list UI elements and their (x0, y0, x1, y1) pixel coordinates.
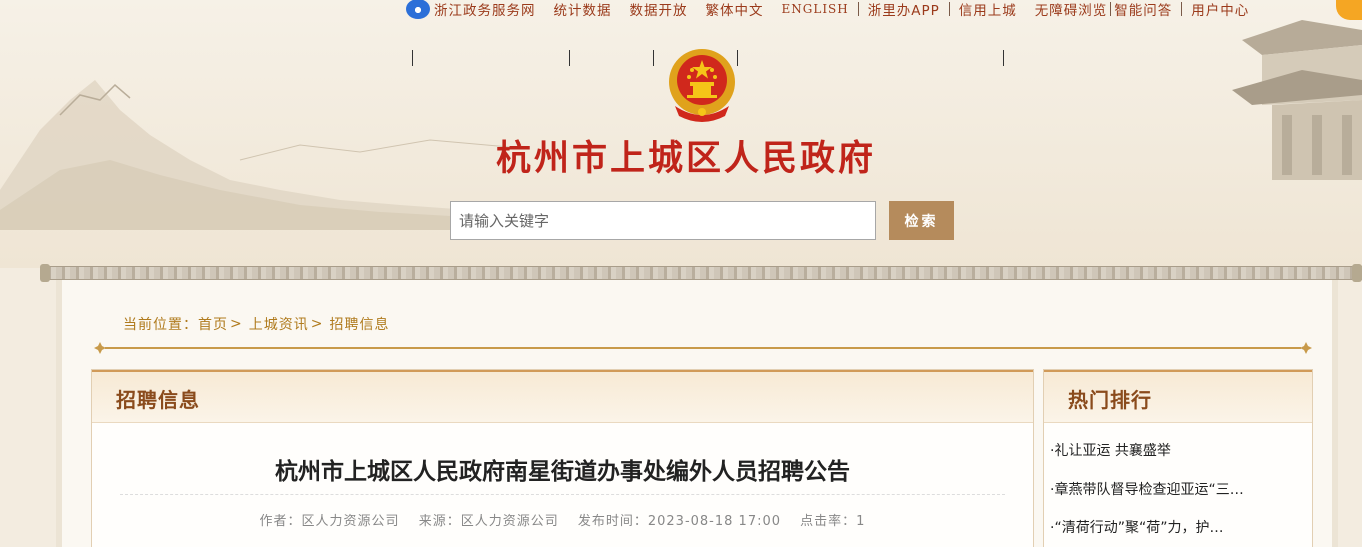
hot-list: ·礼让亚运 共襄盛举 ·章燕带队督导检查迎亚运“三… ·“清荷行动”聚“荷”力，… (1050, 440, 1302, 547)
separator-tick (569, 50, 570, 66)
search-input[interactable] (450, 201, 876, 240)
chevron-right-icon: > (310, 316, 324, 332)
link-zheliban-app[interactable]: 浙里办APP (868, 0, 940, 19)
separator (1181, 2, 1183, 16)
hot-list-item[interactable]: ·礼让亚运 共襄盛举 (1050, 440, 1302, 479)
link-english[interactable]: ENGLISH (782, 2, 849, 16)
hot-ranking-panel: 热门排行 ·礼让亚运 共襄盛举 ·章燕带队督导检查迎亚运“三… ·“清荷行动”聚… (1043, 369, 1313, 547)
panel-header: 热门排行 (1044, 370, 1312, 423)
chevron-right-icon: > (230, 316, 243, 332)
breadcrumb: 当前位置： 首页 > 上城资讯 > 招聘信息 (123, 314, 389, 334)
ornament-icon (94, 342, 106, 354)
link-statistics[interactable]: 统计数据 (554, 0, 612, 19)
link-accessibility[interactable]: 无障碍浏览 (1035, 0, 1108, 19)
national-emblem-icon (669, 49, 735, 122)
link-zhejiang-gov-service[interactable]: 浙江政务服务网 (434, 0, 536, 19)
search-button[interactable]: 检索 (889, 201, 954, 240)
link-credit-shangcheng[interactable]: 信用上城 (959, 0, 1017, 19)
breadcrumb-news[interactable]: 上城资讯 (249, 314, 309, 334)
breadcrumb-label: 当前位置： (123, 317, 198, 333)
link-traditional-chinese[interactable]: 繁体中文 (706, 0, 764, 19)
hot-list-item[interactable]: ·“清荷行动”聚“荷”力，护… (1050, 517, 1302, 547)
article-author: 作者：区人力资源公司 (259, 514, 400, 529)
separator-tick (412, 50, 413, 66)
separator (948, 2, 950, 16)
breadcrumb-home[interactable]: 首页 (198, 314, 228, 334)
divider (120, 494, 1005, 495)
link-open-data[interactable]: 数据开放 (630, 0, 688, 19)
landscape-decoration (0, 80, 520, 230)
article-source: 来源：区人力资源公司 (418, 514, 559, 529)
link-user-center[interactable]: 用户中心 (1191, 0, 1249, 19)
ornamental-divider (93, 341, 1313, 355)
ornament-icon (1300, 342, 1312, 354)
hot-list-item[interactable]: ·章燕带队督导检查迎亚运“三… (1050, 479, 1302, 518)
zhejiang-gov-logo-icon (406, 0, 430, 19)
sidebar-title: 热门排行 (1068, 388, 1152, 412)
article-publish-time: 发布时间：2023-08-18 17:00 (577, 514, 782, 529)
section-title: 招聘信息 (116, 388, 200, 412)
breadcrumb-recruitment[interactable]: 招聘信息 (329, 314, 389, 334)
separator (857, 2, 859, 16)
separator (1110, 2, 1112, 16)
link-smart-qa[interactable]: 智能问答 (1114, 0, 1172, 19)
article-title: 杭州市上城区人民政府南星街道办事处编外人员招聘公告 (275, 459, 850, 485)
separator-tick (653, 50, 654, 66)
panel-header: 招聘信息 (92, 370, 1033, 423)
pavilion-decoration (1232, 20, 1362, 180)
scroll-end-decoration (40, 264, 50, 282)
article-clicks: 点击率：1 (800, 514, 866, 529)
top-links-bar: 浙江政务服务网 统计数据 数据开放 繁体中文 ENGLISH 浙里办APP 信用… (406, 0, 1249, 19)
site-title: 杭州市上城区人民政府 (496, 138, 877, 179)
article-panel: 招聘信息 杭州市上城区人民政府南星街道办事处编外人员招聘公告 作者：区人力资源公… (91, 369, 1034, 547)
separator-tick (1003, 50, 1004, 66)
scroll-end-decoration (1352, 264, 1362, 282)
scroll-ribbon-decoration (42, 266, 1362, 280)
article-meta: 作者：区人力资源公司 来源：区人力资源公司 发布时间：2023-08-18 17… (92, 510, 1033, 529)
